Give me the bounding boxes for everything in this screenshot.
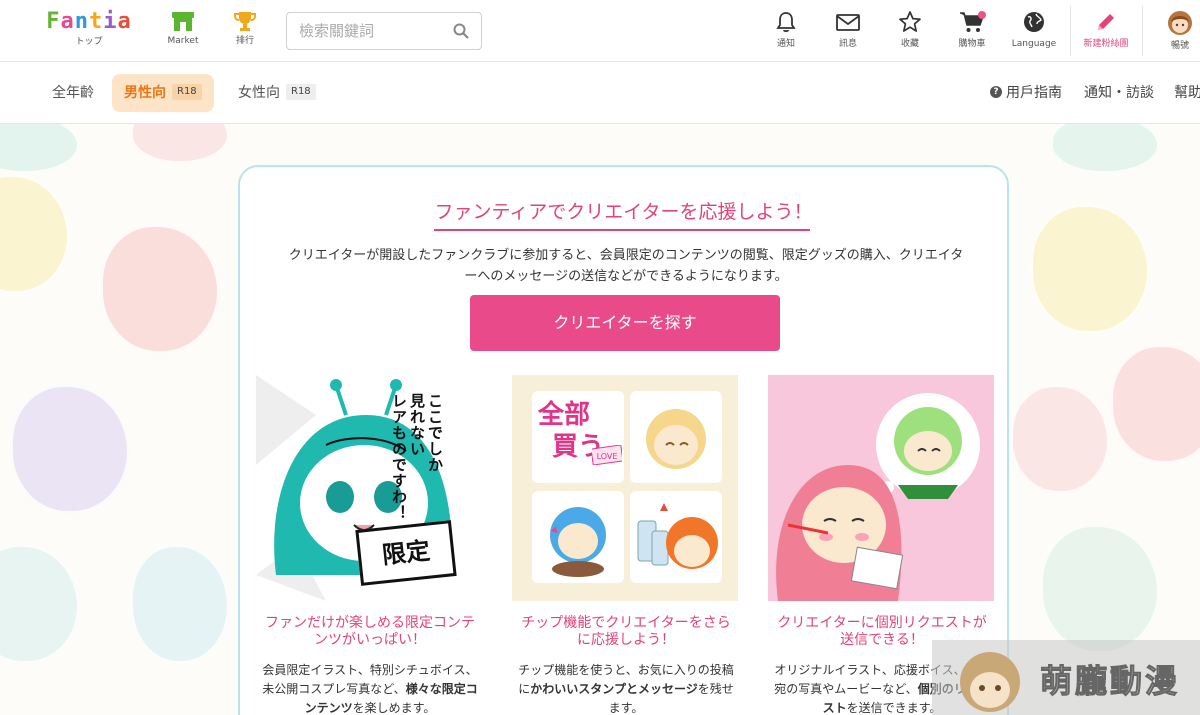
shop-icon	[172, 12, 194, 31]
tab-female[interactable]: 女性向 R18	[226, 74, 328, 112]
r18-badge: R18	[286, 84, 316, 100]
feature-exclusive-content: ここでしか 見れない レアものですわ！ 限定 ファンだけが楽しめる限定コンテンツがい…	[256, 375, 484, 715]
background-pattern	[130, 124, 230, 164]
market-nav[interactable]: Market	[158, 10, 208, 47]
notifications-nav[interactable]: 通知	[756, 10, 816, 50]
speech-bubble-text: ここでしか 見れない レアものですわ！	[390, 393, 444, 521]
question-icon: ?	[990, 86, 1002, 98]
messages-nav[interactable]: 訊息	[818, 10, 878, 50]
background-pattern	[100, 224, 220, 354]
language-label: Language	[1011, 39, 1057, 49]
create-fanclub-nav[interactable]: 新建粉絲團	[1076, 10, 1136, 50]
stamp-panel	[532, 491, 624, 583]
blond-character-illustration	[646, 409, 706, 469]
background-pattern	[1110, 344, 1200, 464]
header-divider	[1142, 6, 1143, 56]
header-divider	[1070, 6, 1071, 56]
tab-male[interactable]: 男性向 R18	[112, 74, 214, 112]
feature-image	[768, 375, 994, 601]
cart-nav[interactable]: 購物車	[942, 10, 1002, 50]
account-nav[interactable]: 暢號	[1150, 10, 1200, 52]
blue-character-illustration	[550, 507, 606, 577]
user-guide-link[interactable]: ? 用戶指南	[990, 74, 1062, 112]
background-pattern	[10, 384, 130, 514]
promo-card: ファンティアでクリエイターを応援しよう！ クリエイターが開設したファンクラブに参…	[238, 165, 1009, 715]
ranking-nav[interactable]: 排行	[220, 10, 270, 47]
logo-wordmark: Fantia	[46, 9, 132, 34]
find-creators-button[interactable]: クリエイターを探す	[470, 295, 780, 351]
star-icon	[899, 11, 921, 32]
feature-tips: 全部 買う LOVE チップ機能でクリエイターをさらに応援しよう！ チップ機能を…	[512, 375, 740, 715]
feature-image: ここでしか 見れない レアものですわ！ 限定	[256, 375, 482, 601]
background-pattern	[1050, 124, 1160, 174]
background-pattern	[130, 544, 230, 664]
pencil-icon	[1098, 14, 1114, 30]
search-box	[286, 12, 482, 50]
orange-character-illustration	[637, 503, 718, 569]
feature-description: 会員限定イラスト、特別シチュボイス、未公開コスプレ写真など、様々な限定コンテンツ…	[262, 663, 478, 715]
cart-badge-dot	[978, 11, 986, 19]
svg-text:LOVE: LOVE	[597, 452, 618, 461]
feature-title: ファンだけが楽しめる限定コンテンツがいっぱい！	[265, 615, 475, 648]
globe-icon	[1024, 12, 1044, 32]
tab-label: 男性向	[124, 85, 166, 101]
request-illustration	[776, 393, 980, 601]
market-label: Market	[167, 36, 199, 46]
watermark-mascot	[960, 652, 1020, 712]
stamp-panel: 全部 買う	[532, 391, 624, 483]
cart-label: 購物車	[958, 39, 986, 49]
background-pattern	[1040, 524, 1160, 654]
user-guide-label: 用戶指南	[1006, 85, 1062, 101]
feature-title: チップ機能でクリエイターをさらに応援しよう！	[521, 615, 731, 648]
trophy-icon	[234, 12, 256, 31]
category-subnav: 全年齡 男性向 R18 女性向 R18 ? 用戶指南 通知・訪談 幫助	[0, 62, 1200, 124]
help-label: 幫助	[1174, 85, 1200, 101]
background-pattern	[0, 174, 70, 294]
envelope-icon	[836, 14, 860, 31]
stamp-panel	[630, 491, 722, 583]
background-pattern	[0, 544, 80, 664]
exclusive-stamp: 限定	[355, 520, 457, 586]
create-fanclub-label: 新建粉絲團	[1083, 39, 1129, 49]
notifications-label: 通知	[776, 39, 795, 49]
background-pattern	[1030, 204, 1150, 334]
r18-badge: R18	[172, 84, 202, 100]
account-label: 暢號	[1170, 41, 1189, 51]
watermark: 萌朧動漫	[932, 640, 1200, 715]
bell-icon	[776, 12, 796, 33]
stamp-panel	[630, 391, 722, 483]
tab-label: 全年齡	[52, 85, 94, 101]
background-pattern	[0, 124, 80, 174]
stamp-text: 全部	[538, 400, 591, 430]
tab-all-ages[interactable]: 全年齡	[40, 74, 106, 112]
logo-label: トップ	[75, 37, 103, 47]
search-input[interactable]	[299, 21, 449, 41]
news-interview-link[interactable]: 通知・訪談	[1084, 74, 1154, 112]
title-underline	[434, 229, 810, 231]
promo-description: クリエイターが開設したファンクラブに参加すると、会員限定のコンテンツの閲覧、限定…	[288, 248, 964, 284]
messages-label: 訊息	[838, 39, 857, 49]
watermark-text: 萌朧動漫	[1039, 662, 1181, 701]
promo-title: ファンティアでクリエイターを応援しよう！	[434, 201, 813, 223]
background-pattern	[1010, 384, 1110, 494]
fantia-logo[interactable]: Fantia トップ	[34, 9, 144, 53]
ranking-label: 排行	[235, 36, 254, 46]
favorites-nav[interactable]: 收藏	[880, 10, 940, 50]
top-header: Fantia トップ Market 排行 通知	[0, 0, 1200, 62]
feature-image: 全部 買う LOVE	[512, 375, 738, 601]
help-link[interactable]: 幫助	[1174, 74, 1200, 112]
feature-description: チップ機能を使うと、お気に入りの投稿にかわいいスタンプとメッセージを残せます。	[518, 663, 734, 715]
language-nav[interactable]: Language	[1004, 10, 1064, 50]
main-area: ファンティアでクリエイターを応援しよう！ クリエイターが開設したファンクラブに参…	[0, 124, 1200, 715]
search-icon[interactable]	[453, 23, 469, 39]
love-tag: LOVE	[592, 445, 622, 465]
tab-label: 女性向	[238, 85, 280, 101]
avatar	[1168, 11, 1192, 35]
favorites-label: 收藏	[900, 39, 919, 49]
news-interview-label: 通知・訪談	[1084, 85, 1154, 101]
